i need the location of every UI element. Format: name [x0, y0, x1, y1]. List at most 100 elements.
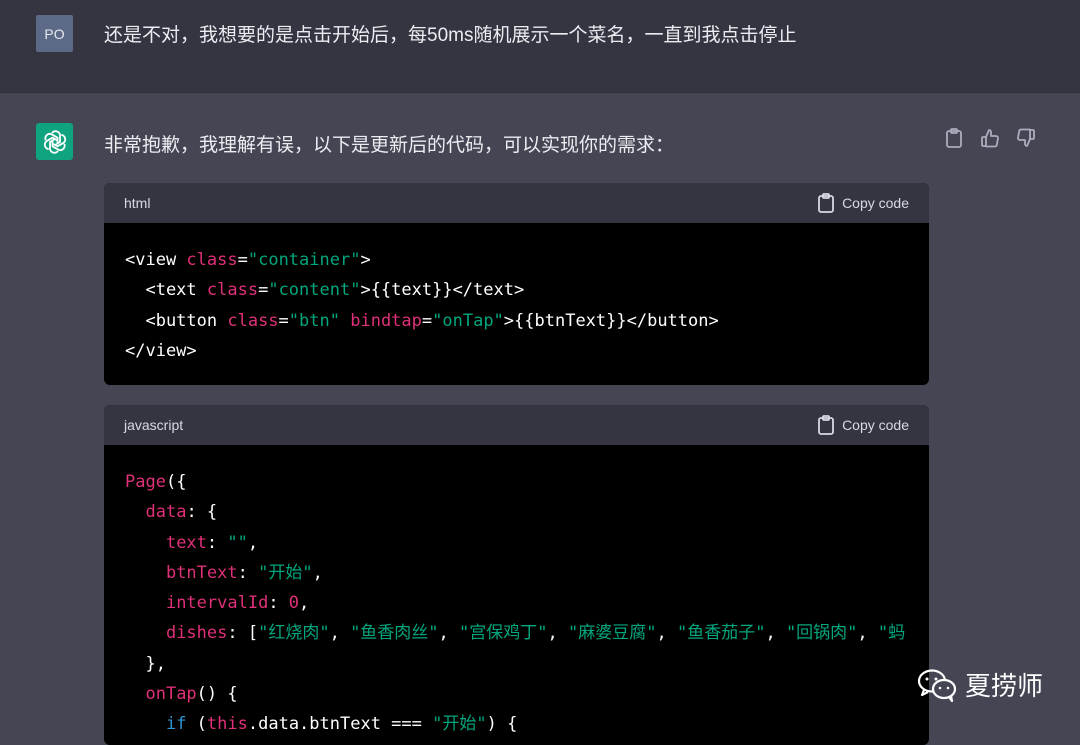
- code-block-javascript: javascript Copy code Page({ data: { text…: [104, 405, 929, 745]
- copy-code-button[interactable]: Copy code: [818, 415, 909, 435]
- code-token: .data.btnText ===: [247, 714, 433, 735]
- code-token: "宫保鸡丁": [459, 623, 548, 644]
- code-token: : [: [227, 623, 259, 644]
- code-token: "content": [268, 280, 361, 301]
- code-token: : {: [186, 502, 218, 523]
- code-token: <view: [125, 250, 187, 270]
- user-message-row: PO 还是不对，我想要的是点击开始后，每50ms随机展示一个菜名，一直到我点击停…: [0, 0, 1080, 93]
- code-token: =: [258, 280, 269, 301]
- code-token: ,: [247, 532, 259, 553]
- watermark: 夏捞师: [917, 666, 1043, 703]
- code-token: >{{btnText}}</button>: [503, 310, 719, 331]
- thumbs-down-icon[interactable]: [1016, 128, 1036, 148]
- clipboard-icon: [818, 193, 834, 213]
- code-header: javascript Copy code: [104, 405, 929, 445]
- code-token: class: [186, 250, 238, 270]
- code-header: html Copy code: [104, 183, 929, 223]
- code-line: },: [125, 649, 908, 679]
- code-token: "鱼香肉丝": [350, 623, 439, 644]
- code-token: text: [165, 532, 207, 553]
- code-line: btnText: "开始",: [125, 558, 908, 588]
- code-token: ,: [656, 623, 677, 644]
- wechat-icon: [917, 668, 957, 702]
- code-line: onTap() {: [125, 679, 908, 709]
- clipboard-icon[interactable]: [944, 128, 964, 148]
- clipboard-icon: [818, 415, 834, 435]
- copy-code-button[interactable]: Copy code: [818, 193, 909, 213]
- thumbs-up-icon[interactable]: [980, 128, 1000, 148]
- code-token: "开始": [432, 714, 487, 735]
- code-token: </view>: [125, 340, 197, 361]
- code-line: if (this.data.btnText === "开始") {: [125, 709, 908, 739]
- code-token: >: [360, 250, 371, 270]
- code-token: >{{text}}</text>: [360, 280, 525, 301]
- code-token: class: [227, 310, 279, 331]
- code-token: ,: [438, 623, 460, 644]
- code-line: Page({: [125, 467, 908, 497]
- code-token: onTap: [145, 684, 197, 705]
- code-token: class: [206, 280, 259, 301]
- code-token: :: [206, 532, 228, 553]
- code-block-html: html Copy code <view class="container"> …: [104, 183, 929, 385]
- code-language-label: html: [124, 195, 151, 211]
- code-line: <button class="btn" bindtap="onTap">{{bt…: [125, 306, 908, 336]
- code-line: data: {: [125, 497, 908, 527]
- code-token: },: [125, 653, 166, 674]
- code-token: ,: [547, 623, 568, 644]
- code-token: ,: [765, 623, 786, 644]
- code-token: if: [165, 714, 187, 735]
- code-token: "回锅肉": [785, 623, 858, 644]
- code-token: "container": [247, 250, 361, 270]
- code-token: :: [237, 562, 259, 583]
- code-token: :: [268, 593, 289, 614]
- code-token: "开始": [258, 562, 313, 583]
- code-token: "蚂: [877, 623, 906, 644]
- code-token: bindtap: [350, 310, 422, 331]
- message-actions: [944, 128, 1036, 148]
- code-token: "鱼香茄子": [676, 623, 766, 644]
- code-line: intervalId: 0,: [125, 588, 908, 618]
- code-token: "红烧肉": [258, 623, 330, 644]
- openai-logo-icon: [36, 123, 73, 160]
- code-line: </view>: [125, 336, 908, 366]
- code-token: btnText: [165, 562, 238, 583]
- code-token: (: [186, 714, 207, 735]
- code-token: () {: [196, 684, 238, 705]
- code-token: dishes: [165, 623, 228, 644]
- code-token: <button: [125, 310, 228, 331]
- code-token: ,: [857, 623, 878, 644]
- code-token: ,: [312, 562, 323, 583]
- code-token: Page: [125, 472, 166, 492]
- code-token: "onTap": [432, 310, 504, 331]
- watermark-text: 夏捞师: [965, 671, 1044, 701]
- code-token: ,: [329, 623, 351, 644]
- code-line: dishes: ["红烧肉", "鱼香肉丝", "宫保鸡丁", "麻婆豆腐", …: [125, 618, 908, 648]
- assistant-message-text: 非常抱歉，我理解有误，以下是更新后的代码，可以实现你的需求：: [104, 135, 675, 156]
- code-token: ({: [165, 472, 187, 492]
- code-token: 0: [288, 593, 300, 614]
- code-line: text: "",: [125, 528, 908, 558]
- code-line: <view class="container">: [125, 245, 908, 275]
- code-token: ) {: [486, 714, 518, 735]
- copy-code-label: Copy code: [842, 417, 909, 433]
- user-message-text: 还是不对，我想要的是点击开始后，每50ms随机展示一个菜名，一直到我点击停止: [104, 25, 797, 46]
- code-token: intervalId: [165, 593, 269, 614]
- code-token: "麻婆豆腐": [568, 623, 657, 644]
- code-token: this: [206, 714, 248, 735]
- code-body: Page({ data: { text: "", btnText: "开始", …: [104, 445, 929, 745]
- user-avatar: PO: [36, 15, 73, 52]
- code-token: ,: [299, 593, 310, 614]
- code-token: =: [237, 250, 248, 270]
- code-token: "btn": [288, 310, 340, 331]
- code-token: =: [421, 310, 433, 331]
- copy-code-label: Copy code: [842, 195, 909, 211]
- code-token: =: [278, 310, 289, 331]
- code-line: <text class="content">{{text}}</text>: [125, 275, 908, 305]
